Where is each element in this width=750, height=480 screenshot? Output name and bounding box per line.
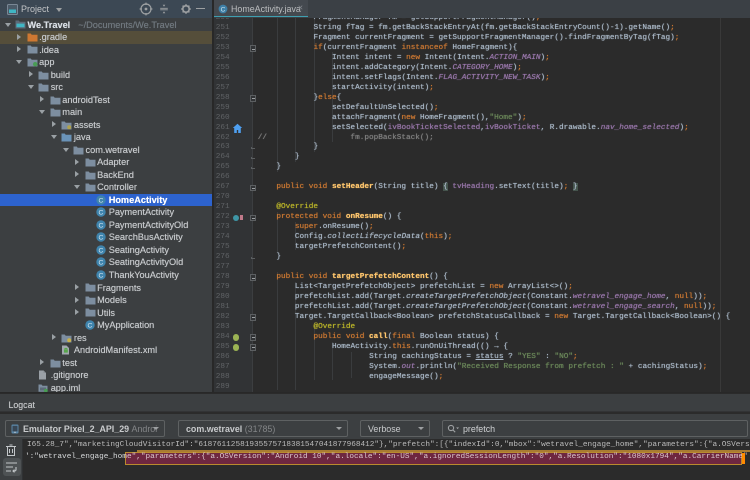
svg-text:C: C xyxy=(99,235,104,242)
svg-text:C: C xyxy=(99,260,104,267)
svg-text:C: C xyxy=(99,210,104,217)
svg-text:C: C xyxy=(99,197,104,204)
svg-text:C: C xyxy=(87,323,92,330)
svg-text:C: C xyxy=(221,6,226,13)
svg-text:C: C xyxy=(99,247,104,254)
svg-text:C: C xyxy=(99,222,104,229)
svg-text:C: C xyxy=(99,272,104,279)
